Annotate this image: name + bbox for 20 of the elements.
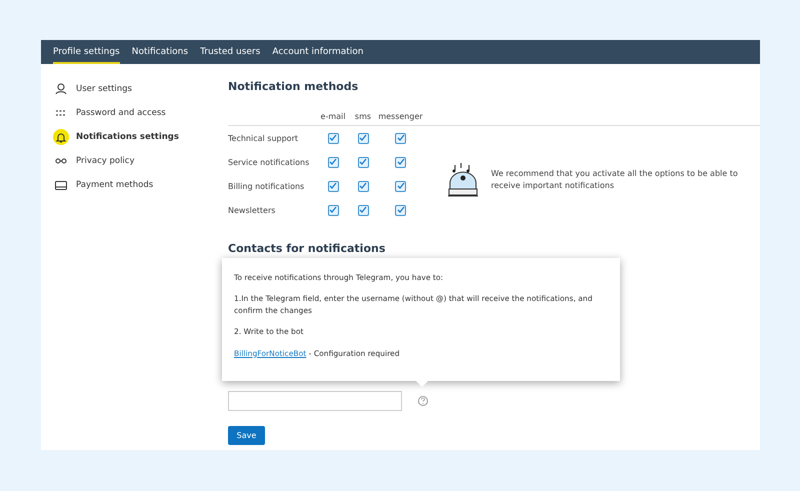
sidebar-item[interactable]: Notifications settings: [76, 132, 179, 142]
nav-tab[interactable]: Trusted users: [200, 40, 260, 64]
recommendation-text: We recommend that you activate all the options to be able to receive important notifications: [491, 168, 739, 192]
column-header: sms: [354, 110, 372, 122]
sidebar-item[interactable]: Password and access: [76, 108, 166, 118]
row-label: Billing notifications: [228, 180, 306, 193]
section-title: Contacts for notifications: [228, 242, 386, 255]
row-label: Technical support: [228, 132, 299, 145]
row-label: Service notifications: [228, 156, 310, 168]
row-label: Newsletters: [228, 204, 276, 216]
sidebar-item[interactable]: Privacy policy: [76, 156, 134, 166]
section-title: Notification methods: [228, 80, 360, 93]
nav-tab[interactable]: Account information: [272, 40, 364, 64]
nav-tab[interactable]: Notifications: [132, 40, 188, 64]
column-header: e-mail: [320, 110, 346, 122]
sidebar-item[interactable]: User settings: [76, 84, 132, 94]
sidebar-item[interactable]: Payment methods: [76, 180, 154, 190]
nav-tab[interactable]: Profile settings: [53, 40, 120, 64]
column-header: messenger: [378, 110, 423, 123]
save-button[interactable]: Save: [228, 426, 265, 445]
